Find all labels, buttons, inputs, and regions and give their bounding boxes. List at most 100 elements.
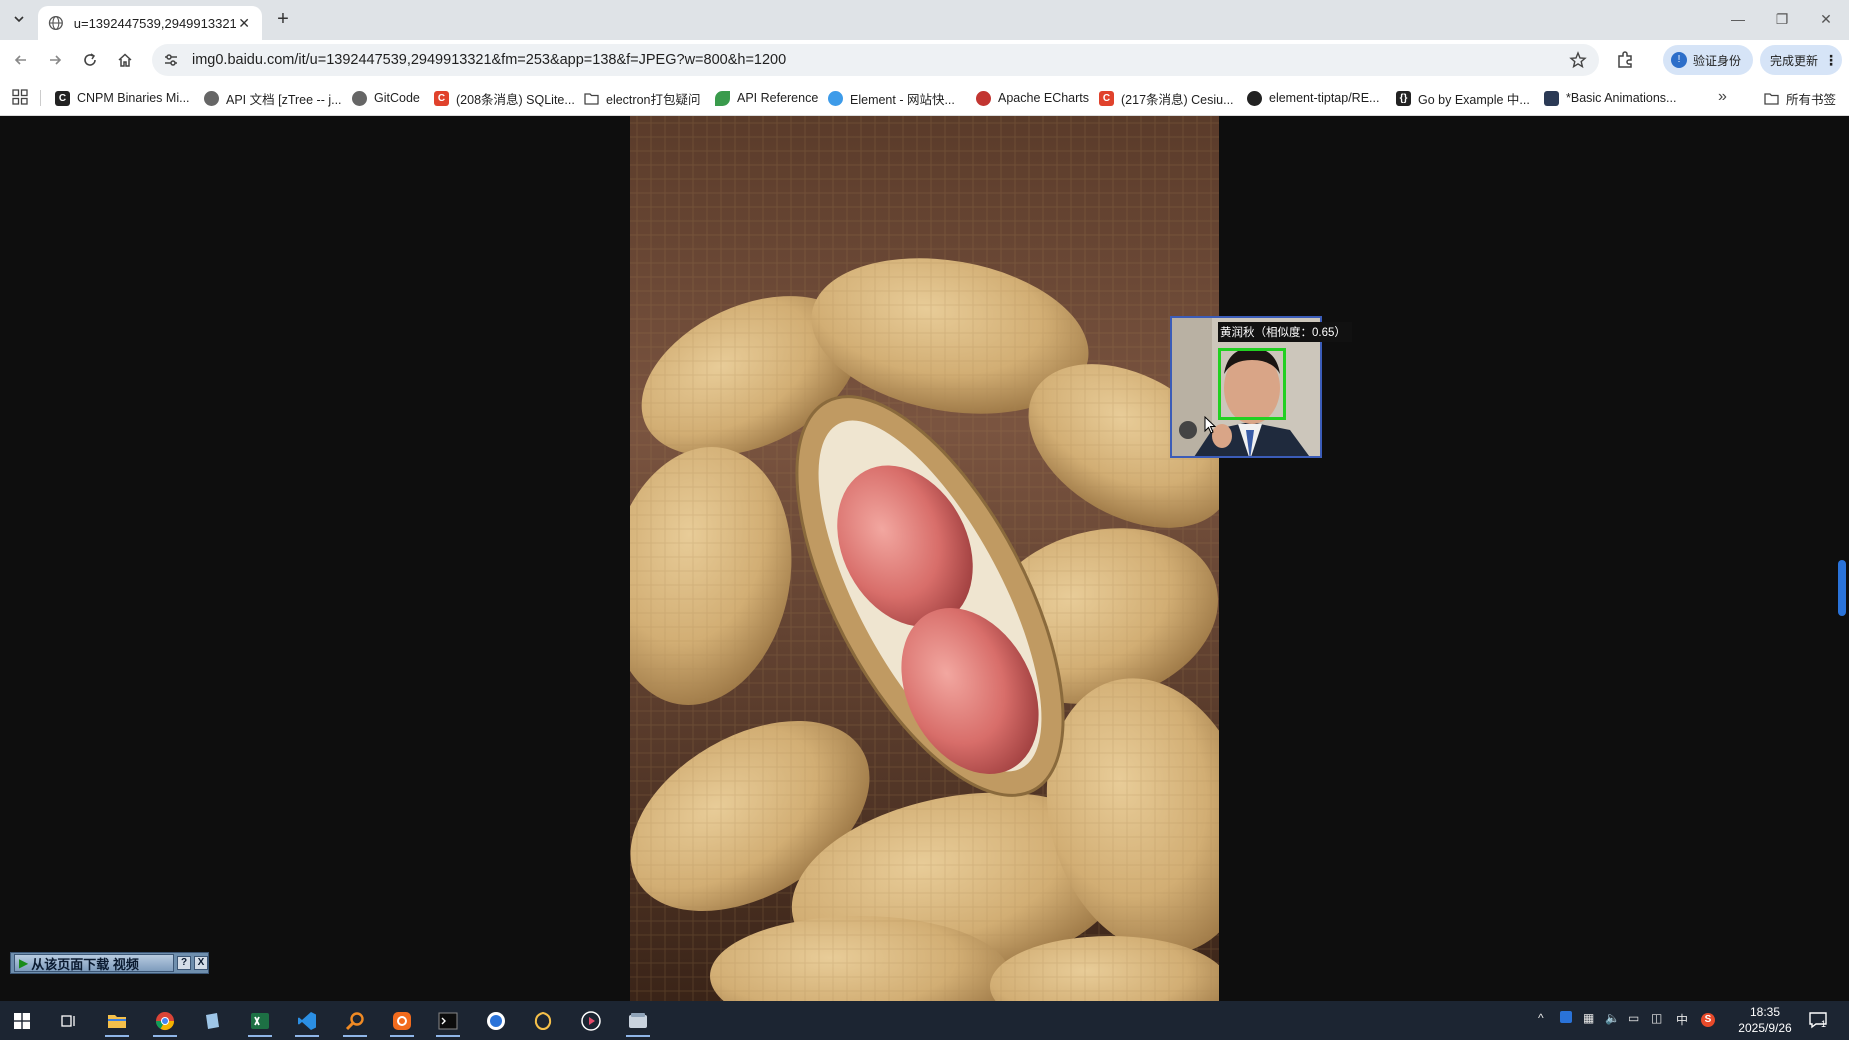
echarts-icon — [976, 90, 991, 106]
close-window-button[interactable]: ✕ — [1806, 6, 1846, 32]
forward-button[interactable] — [43, 48, 67, 72]
peanut-photo — [630, 116, 1219, 1001]
bookmark-label: (208条消息) SQLite... — [456, 92, 575, 107]
peanut-image[interactable] — [630, 116, 1219, 1001]
apps-grid-icon[interactable] — [12, 89, 28, 105]
anim-icon — [1544, 90, 1559, 106]
home-icon — [118, 53, 132, 67]
tray-network-icon[interactable]: ▦ — [1583, 1011, 1594, 1025]
help-button[interactable]: ? — [177, 956, 191, 970]
verify-identity-button[interactable]: ! 验证身份 — [1663, 45, 1753, 75]
bookmark-label: API Reference — [737, 91, 819, 105]
bookmark-label: Apache ECharts — [998, 91, 1090, 105]
extensions-icon[interactable] — [1615, 50, 1635, 70]
bookmarks-more-button[interactable]: » — [1718, 88, 1727, 106]
bookmark-item[interactable]: C (217条消息) Cesiu... — [1099, 80, 1234, 116]
active-indicator — [436, 1035, 460, 1037]
tab-search-button[interactable] — [8, 8, 30, 30]
bookmark-item[interactable]: C (208条消息) SQLite... — [434, 80, 575, 116]
leaf-icon — [715, 90, 730, 106]
verify-label: 验证身份 — [1693, 53, 1742, 68]
bookmark-label: element-tiptap/RE... — [1269, 91, 1380, 105]
download-label: 从该页面下载 视频 — [31, 956, 139, 972]
excel-icon — [251, 1013, 269, 1029]
media-play-icon — [581, 1011, 601, 1031]
bookmark-item[interactable]: electron打包疑问 — [584, 80, 700, 116]
tray-expand-icon[interactable]: ^ — [1538, 1011, 1544, 1025]
clock-time: 18:35 — [1749, 1005, 1781, 1019]
folder-icon — [1764, 92, 1779, 105]
taskbar-app-yellow[interactable] — [527, 1005, 559, 1037]
face-match-label: 黄润秋（相似度：0.65） — [1218, 322, 1352, 342]
display-icon[interactable]: ▭ — [1628, 1011, 1639, 1025]
back-button[interactable] — [9, 48, 33, 72]
start-button[interactable] — [6, 1005, 38, 1037]
bookmark-item[interactable]: API Reference — [715, 80, 818, 116]
notification-center-button[interactable]: 1 — [1808, 1010, 1830, 1030]
app-icon — [487, 1012, 505, 1030]
app-icon — [393, 1012, 411, 1030]
system-clock[interactable]: 18:35 2025/9/26 — [1730, 1004, 1800, 1036]
bookmark-label: *Basic Animations... — [1566, 91, 1677, 105]
sogou-ime-icon[interactable]: S — [1701, 1011, 1715, 1027]
clock-date: 2025/9/26 — [1738, 1021, 1792, 1035]
bookmarks-bar: C CNPM Binaries Mi... API 文档 [zTree -- j… — [0, 80, 1849, 116]
tray-security-icon[interactable]: ◫ — [1651, 1011, 1662, 1025]
scrollbar-thumb[interactable] — [1838, 560, 1846, 616]
tab-title: u=1392447539,2949913321&fm=253&app=138&f… — [73, 15, 237, 31]
new-tab-button[interactable]: + — [272, 9, 294, 31]
taskbar-app-orange[interactable] — [386, 1005, 418, 1037]
active-indicator — [153, 1035, 177, 1037]
taskbar-app[interactable] — [196, 1005, 228, 1037]
tray-app-icon[interactable] — [1560, 1011, 1572, 1026]
notebook-icon — [206, 1013, 219, 1029]
taskbar-terminal[interactable] — [432, 1005, 464, 1037]
taskbar-app-blue[interactable] — [480, 1005, 512, 1037]
home-button[interactable] — [113, 48, 137, 72]
bookmark-star-icon[interactable] — [1569, 51, 1587, 69]
ime-indicator[interactable]: 中 — [1676, 1011, 1688, 1028]
url-text: img0.baidu.com/it/u=1392447539,294991332… — [192, 52, 787, 68]
bookmark-item[interactable]: API 文档 [zTree -- j... — [204, 80, 342, 116]
csdn-icon: C — [434, 90, 449, 106]
chrome-icon — [156, 1012, 174, 1031]
active-indicator — [248, 1035, 272, 1037]
tab-active[interactable]: u=1392447539,2949913321&fm=253&app=138&f… — [38, 6, 262, 40]
bookmark-item[interactable]: *Basic Animations... — [1544, 80, 1676, 116]
terminal-icon — [438, 1012, 458, 1030]
browser-toolbar: img0.baidu.com/it/u=1392447539,294991332… — [0, 40, 1849, 80]
update-button[interactable]: 完成更新 ⋮ — [1760, 45, 1842, 75]
bookmark-item[interactable]: element-tiptap/RE... — [1247, 80, 1379, 116]
taskbar-file-explorer[interactable] — [101, 1005, 133, 1037]
tab-close-icon[interactable]: ✕ — [236, 15, 252, 32]
taskbar-excel[interactable] — [244, 1005, 276, 1037]
site-info-icon[interactable] — [162, 51, 180, 69]
tab-strip: u=1392447539,2949913321&fm=253&app=138&f… — [0, 0, 1849, 40]
bookmark-item[interactable]: GitCode — [352, 80, 420, 116]
taskbar-app-gray[interactable] — [622, 1005, 654, 1037]
close-download-bar-button[interactable]: X — [194, 956, 208, 970]
taskbar-vscode[interactable] — [291, 1005, 323, 1037]
bookmark-item[interactable]: Element - 网站快... — [828, 80, 955, 116]
download-video-button[interactable]: ▶ 从该页面下载 视频 — [14, 954, 174, 972]
bookmark-item[interactable]: {} Go by Example 中... — [1396, 80, 1530, 116]
all-bookmarks-button[interactable]: 所有书签 — [1764, 80, 1836, 116]
taskbar-chrome[interactable] — [149, 1005, 181, 1037]
taskbar-search-app[interactable] — [339, 1005, 371, 1037]
bookmark-label: Element - 网站快... — [850, 92, 955, 107]
bookmark-item[interactable]: C CNPM Binaries Mi... — [55, 80, 190, 116]
reload-icon — [84, 53, 96, 66]
volume-icon[interactable]: 🔈 — [1605, 1011, 1620, 1025]
bookmark-item[interactable]: Apache ECharts — [976, 80, 1089, 116]
restore-button[interactable]: ❐ — [1762, 6, 1802, 32]
chevron-down-icon — [14, 16, 24, 23]
taskbar-media-player[interactable] — [575, 1005, 607, 1037]
address-bar[interactable]: img0.baidu.com/it/u=1392447539,294991332… — [152, 44, 1599, 76]
windows-taskbar: ^ ▦ 🔈 ▭ ◫ 中 S 18:35 2025/9/26 1 — [0, 1001, 1849, 1040]
minimize-button[interactable]: — — [1718, 6, 1758, 32]
task-view-button[interactable] — [53, 1005, 85, 1037]
menu-kebab-icon[interactable]: ⋮ — [1824, 52, 1838, 69]
bookmarks-separator — [40, 90, 41, 106]
reload-button[interactable] — [78, 48, 102, 72]
folder-icon — [108, 1015, 126, 1028]
